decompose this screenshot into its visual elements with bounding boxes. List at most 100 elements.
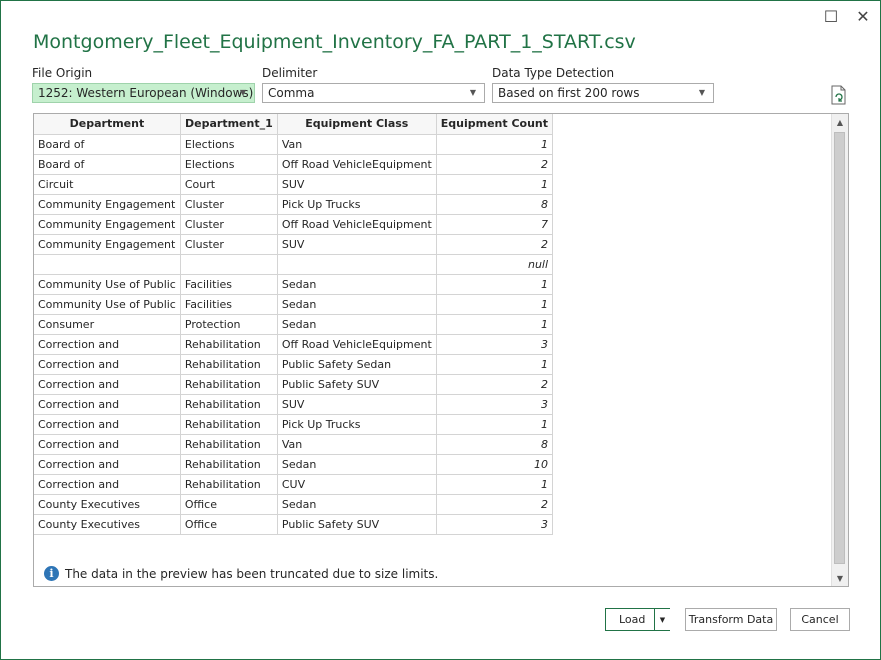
transform-data-label: Transform Data <box>688 613 774 626</box>
table-cell: 8 <box>435 193 554 215</box>
file-origin-dropdown[interactable]: 1252: Western European (Windows) ▼ <box>32 83 255 103</box>
table-cell: Board of <box>34 133 181 155</box>
table-cell: 8 <box>435 433 554 455</box>
table-cell: SUV <box>276 173 437 195</box>
table-cell: CUV <box>276 473 437 495</box>
table-cell: Circuit <box>34 173 181 195</box>
table-cell: Correction and <box>34 373 181 395</box>
delimiter-label: Delimiter <box>262 66 318 80</box>
table-row: Correction and Rehabilitation CUV 1 <box>34 473 554 495</box>
table-row: Circuit Court SUV 1 <box>34 173 554 195</box>
table-row: Community Use of Public Facilities Sedan 1 <box>34 273 554 295</box>
table-cell: Facilities <box>179 273 278 295</box>
table-row: Correction and Rehabilitation Public Safet… <box>34 373 554 395</box>
table-row: Consumer Protection Sedan 1 <box>34 313 554 335</box>
scroll-thumb[interactable] <box>834 132 845 564</box>
table-cell: SUV <box>276 233 437 255</box>
table-cell: Van <box>276 133 437 155</box>
table-cell: Rehabilitation <box>179 333 278 355</box>
table-row: Board of Elections Van 1 <box>34 133 554 155</box>
table-cell: County Executives <box>34 493 181 515</box>
table-cell: Community Use of Public <box>34 293 181 315</box>
table-cell: 1 <box>435 353 554 375</box>
detection-dropdown[interactable]: Based on first 200 rows ▼ <box>492 83 714 103</box>
load-options-button[interactable]: ▼ <box>655 609 670 630</box>
table-cell: Elections <box>179 153 278 175</box>
table-cell: 1 <box>435 313 554 335</box>
refresh-icon[interactable] <box>830 85 848 105</box>
table-cell: Rehabilitation <box>179 393 278 415</box>
preview-table: Department Department_1 Equipment Class … <box>34 114 554 535</box>
table-cell: Rehabilitation <box>179 373 278 395</box>
table-cell: Off Road VehicleEquipment <box>276 153 437 175</box>
column-header: Department_1 <box>179 114 278 135</box>
table-cell: Correction and <box>34 353 181 375</box>
table-cell: Cluster <box>179 193 278 215</box>
table-cell: 2 <box>435 373 554 395</box>
scroll-up-icon[interactable]: ▲ <box>832 114 848 130</box>
table-cell: 1 <box>435 173 554 195</box>
load-label: Load <box>619 613 646 626</box>
table-cell <box>276 253 437 275</box>
table-cell: 3 <box>435 333 554 355</box>
vertical-scrollbar[interactable]: ▲ ▼ <box>831 114 848 586</box>
truncation-notice: i The data in the preview has been trunc… <box>44 566 438 581</box>
table-cell: Community Use of Public <box>34 273 181 295</box>
table-cell: 2 <box>435 233 554 255</box>
table-cell: Public Safety SUV <box>276 513 437 535</box>
detection-label: Data Type Detection <box>492 66 615 80</box>
table-cell: Consumer <box>34 313 181 335</box>
table-cell: Off Road VehicleEquipment <box>276 333 437 355</box>
table-row: Correction and Rehabilitation Public Safet… <box>34 353 554 375</box>
table-cell <box>34 253 181 275</box>
chevron-down-icon: ▼ <box>659 615 666 624</box>
table-row: Community Use of Public Facilities Sedan 1 <box>34 293 554 315</box>
scroll-down-icon[interactable]: ▼ <box>832 570 848 586</box>
table-cell: Court <box>179 173 278 195</box>
table-cell: 10 <box>435 453 554 475</box>
table-cell <box>179 253 278 275</box>
maximize-button[interactable]: ☐ <box>819 5 843 27</box>
table-cell: Off Road VehicleEquipment <box>276 213 437 235</box>
table-cell: Rehabilitation <box>179 453 278 475</box>
close-button[interactable]: ✕ <box>851 5 875 27</box>
table-cell: Office <box>179 513 278 535</box>
table-cell: Correction and <box>34 413 181 435</box>
table-cell: Sedan <box>276 273 437 295</box>
table-cell: Office <box>179 493 278 515</box>
maximize-icon: ☐ <box>823 6 839 26</box>
table-cell: 3 <box>435 393 554 415</box>
table-cell: Sedan <box>276 293 437 315</box>
chevron-down-icon: ▼ <box>698 88 705 97</box>
info-icon: i <box>44 566 59 581</box>
transform-data-button[interactable]: Transform Data <box>685 608 777 631</box>
table-cell: Sedan <box>276 493 437 515</box>
table-cell: Community Engagement <box>34 233 181 255</box>
table-cell: Correction and <box>34 453 181 475</box>
delimiter-dropdown[interactable]: Comma ▼ <box>262 83 485 103</box>
table-cell: Sedan <box>276 453 437 475</box>
column-header: Equipment Count <box>435 114 554 135</box>
table-cell: Elections <box>179 133 278 155</box>
table-cell: Rehabilitation <box>179 473 278 495</box>
table-row: Correction and Rehabilitation SUV 3 <box>34 393 554 415</box>
table-row: County Executives Office Public Safety SUV… <box>34 513 554 535</box>
detection-value: Based on first 200 rows <box>498 86 640 100</box>
table-cell: Correction and <box>34 393 181 415</box>
table-cell: 2 <box>435 153 554 175</box>
table-cell: Van <box>276 433 437 455</box>
table-cell: Community Engagement <box>34 213 181 235</box>
cancel-button[interactable]: Cancel <box>790 608 850 631</box>
table-row: null <box>34 253 554 275</box>
table-cell: Community Engagement <box>34 193 181 215</box>
table-cell: 1 <box>435 413 554 435</box>
table-cell: Correction and <box>34 333 181 355</box>
table-cell: Pick Up Trucks <box>276 413 437 435</box>
table-cell: Public Safety SUV <box>276 373 437 395</box>
table-cell: Correction and <box>34 473 181 495</box>
table-cell: 3 <box>435 513 554 535</box>
table-cell: Correction and <box>34 433 181 455</box>
table-cell: Protection <box>179 313 278 335</box>
table-cell: Rehabilitation <box>179 353 278 375</box>
file-origin-value: 1252: Western European (Windows) <box>38 86 254 100</box>
